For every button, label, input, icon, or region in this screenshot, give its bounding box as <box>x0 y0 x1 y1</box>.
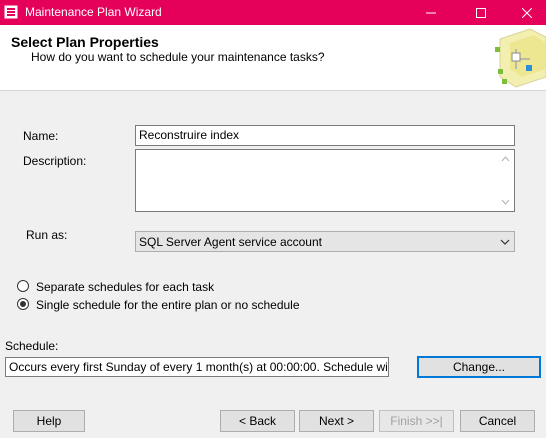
name-input[interactable]: Reconstruire index <box>135 125 515 146</box>
page-title: Select Plan Properties <box>11 34 159 50</box>
close-icon <box>522 7 532 18</box>
close-button[interactable] <box>504 0 546 25</box>
run-as-value: SQL Server Agent service account <box>139 235 322 249</box>
minimize-icon <box>426 12 436 13</box>
cancel-button[interactable]: Cancel <box>460 410 535 432</box>
description-scrollbar[interactable] <box>497 150 514 211</box>
back-button[interactable]: < Back <box>220 410 295 432</box>
radio-single-schedule[interactable] <box>17 298 29 310</box>
radio-separate-label[interactable]: Separate schedules for each task <box>36 280 214 294</box>
maximize-button[interactable] <box>458 0 504 25</box>
radio-single-label[interactable]: Single schedule for the entire plan or n… <box>36 298 300 312</box>
scroll-arrows-icon <box>501 156 510 205</box>
maximize-icon <box>476 7 486 18</box>
description-input[interactable] <box>135 149 515 212</box>
radio-separate-schedules[interactable] <box>17 280 29 292</box>
wizard-header: Select Plan Properties How do you want t… <box>0 25 546 91</box>
change-button[interactable]: Change... <box>417 356 541 378</box>
name-label: Name: <box>23 129 59 143</box>
title-bar: Maintenance Plan Wizard <box>0 0 546 25</box>
page-subtitle: How do you want to schedule your mainten… <box>31 50 325 64</box>
finish-button[interactable]: Finish >>| <box>379 410 454 432</box>
app-icon <box>4 5 18 19</box>
schedule-field[interactable]: Occurs every first Sunday of every 1 mon… <box>5 357 389 377</box>
wizard-graphic-icon <box>495 28 546 88</box>
run-as-label: Run as: <box>26 228 68 242</box>
run-as-select[interactable]: SQL Server Agent service account <box>135 231 515 252</box>
chevron-down-icon <box>500 239 510 245</box>
help-button[interactable]: Help <box>13 410 85 432</box>
window-title: Maintenance Plan Wizard <box>25 5 162 19</box>
minimize-button[interactable] <box>408 0 454 25</box>
description-label: Description: <box>23 154 87 168</box>
schedule-label: Schedule: <box>5 339 59 353</box>
next-button[interactable]: Next > <box>299 410 374 432</box>
